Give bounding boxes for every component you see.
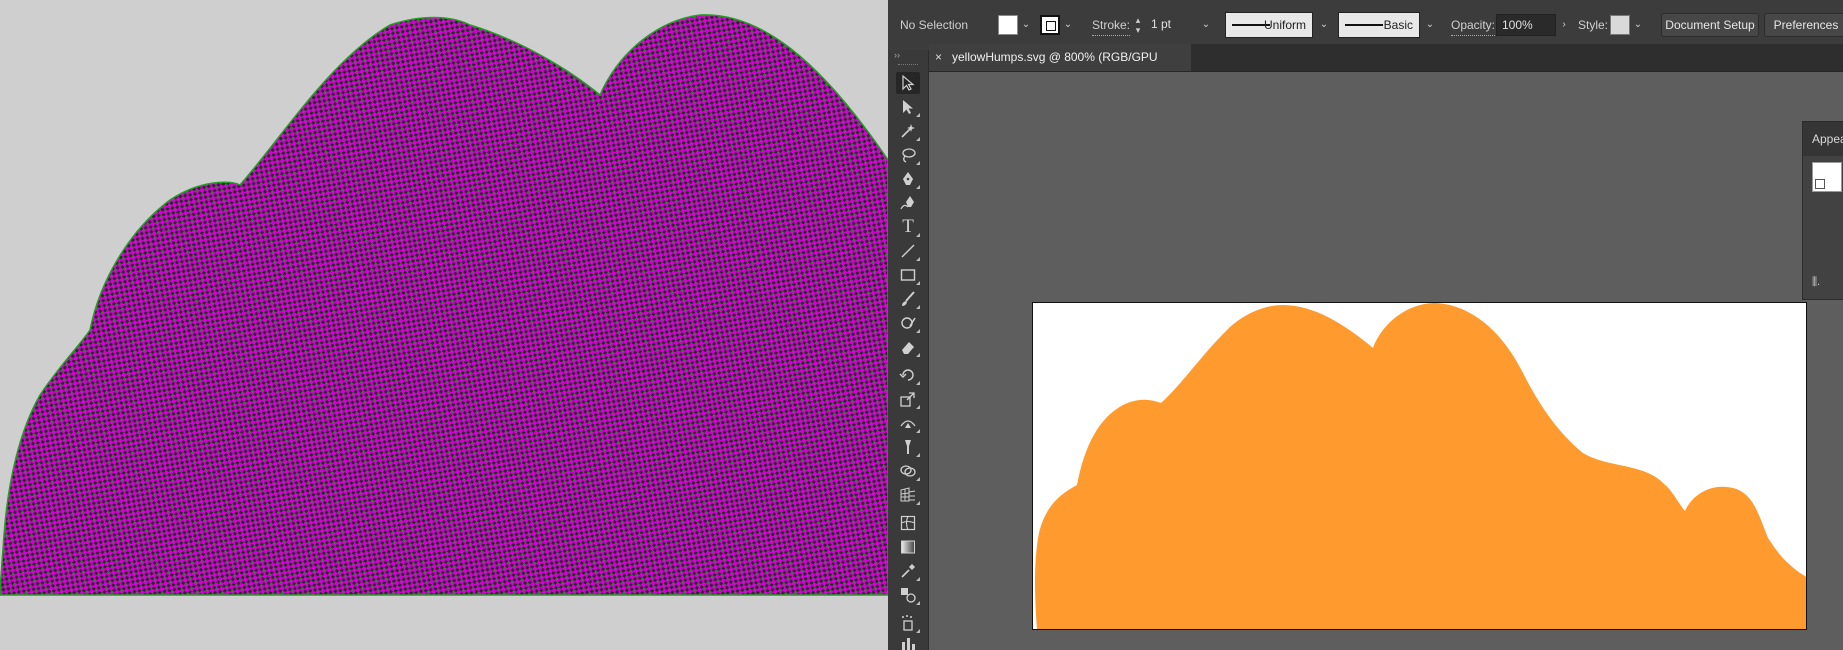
document-tab[interactable]: × yellowHumps.svg @ 800% (RGB/GPU Previe… [929, 44, 1191, 90]
style-label: Style: [1578, 18, 1609, 32]
preferences-button[interactable]: Preferences [1764, 13, 1843, 37]
magic-wand-tool-icon[interactable] [896, 120, 920, 142]
graphic-style-swatch[interactable] [1610, 15, 1630, 35]
perspective-grid-tool-icon[interactable] [896, 484, 920, 506]
symbol-sprayer-tool-icon[interactable] [896, 612, 920, 634]
gradient-tool-icon[interactable] [896, 536, 920, 558]
width-tool-icon[interactable] [896, 412, 920, 434]
eraser-tool-icon[interactable] [896, 336, 920, 358]
fill-dropdown-chevron-icon[interactable]: ⌄ [1020, 15, 1032, 35]
appearance-panel-title: Appea [1812, 132, 1843, 146]
lasso-tool-icon[interactable] [896, 144, 920, 166]
opacity-label[interactable]: Opacity: [1451, 15, 1496, 36]
stroke-weight-stepper-icon[interactable]: ▴ ▾ [1132, 15, 1144, 35]
rectangle-tool-icon[interactable] [896, 264, 920, 286]
selection-tool-icon[interactable] [896, 72, 920, 94]
brush-definition-dropdown[interactable]: Basic [1338, 12, 1420, 38]
orange-humps-shape[interactable] [1033, 303, 1807, 630]
appearance-panel-header[interactable]: Appea [1803, 122, 1843, 156]
appearance-panel: Appea ⫼. [1802, 121, 1843, 300]
rotate-tool-icon[interactable] [896, 364, 920, 386]
type-tool-icon[interactable]: T [896, 216, 920, 238]
variable-width-profile-label: Uniform [1263, 18, 1306, 32]
document-tab-bar: × yellowHumps.svg @ 800% (RGB/GPU Previe… [929, 44, 1843, 90]
left-preview-canvas [0, 0, 888, 650]
brush-dropdown-chevron-icon[interactable]: ⌄ [1424, 15, 1436, 35]
column-graph-tool-icon[interactable] [896, 636, 920, 650]
artboard[interactable] [1032, 302, 1807, 630]
close-tab-icon[interactable]: × [935, 44, 942, 70]
scale-tool-icon[interactable] [896, 388, 920, 410]
halftone-humps-shape [0, 14, 888, 596]
stroke-dropdown-chevron-icon[interactable]: ⌄ [1062, 15, 1074, 35]
shape-builder-tool-icon[interactable] [896, 460, 920, 482]
mesh-tool-icon[interactable] [896, 512, 920, 534]
tools-panel: ›› T [888, 50, 929, 650]
opacity-expand-icon[interactable]: › [1558, 15, 1570, 35]
panel-grip[interactable] [898, 64, 918, 67]
type-tool-glyph: T [902, 216, 914, 237]
stroke-weight-dropdown-icon[interactable]: ⌄ [1200, 15, 1212, 35]
variable-width-profile-dropdown[interactable]: Uniform [1225, 12, 1313, 38]
stroke-swatch[interactable] [1040, 15, 1060, 35]
paintbrush-tool-icon[interactable] [896, 288, 920, 310]
opacity-field[interactable]: 100% [1496, 14, 1556, 36]
blend-tool-icon[interactable] [896, 584, 920, 606]
document-setup-button[interactable]: Document Setup [1661, 13, 1759, 37]
panel-collapse-icon[interactable]: ›› [894, 50, 900, 60]
curvature-tool-icon[interactable] [896, 192, 920, 214]
appearance-thumbnail [1812, 162, 1842, 192]
stroke-label[interactable]: Stroke: [1092, 15, 1131, 36]
puppet-warp-tool-icon[interactable] [896, 436, 920, 458]
style-dropdown-chevron-icon[interactable]: ⌄ [1632, 15, 1644, 35]
direct-selection-tool-icon[interactable] [896, 96, 920, 118]
line-segment-tool-icon[interactable] [896, 240, 920, 262]
fill-swatch[interactable] [998, 15, 1018, 35]
libraries-icon[interactable]: ⫼. [1812, 276, 1820, 289]
pen-tool-icon[interactable] [896, 168, 920, 190]
eyedropper-tool-icon[interactable] [896, 560, 920, 582]
selection-status: No Selection [900, 18, 969, 32]
canvas-workspace[interactable] [929, 72, 1843, 650]
profile-dropdown-chevron-icon[interactable]: ⌄ [1318, 15, 1330, 35]
stroke-weight-field[interactable]: 1 pt [1146, 14, 1196, 36]
shaper-tool-icon[interactable] [896, 312, 920, 334]
basic-brush-line-icon [1345, 24, 1383, 26]
brush-definition-label: Basic [1383, 18, 1413, 32]
